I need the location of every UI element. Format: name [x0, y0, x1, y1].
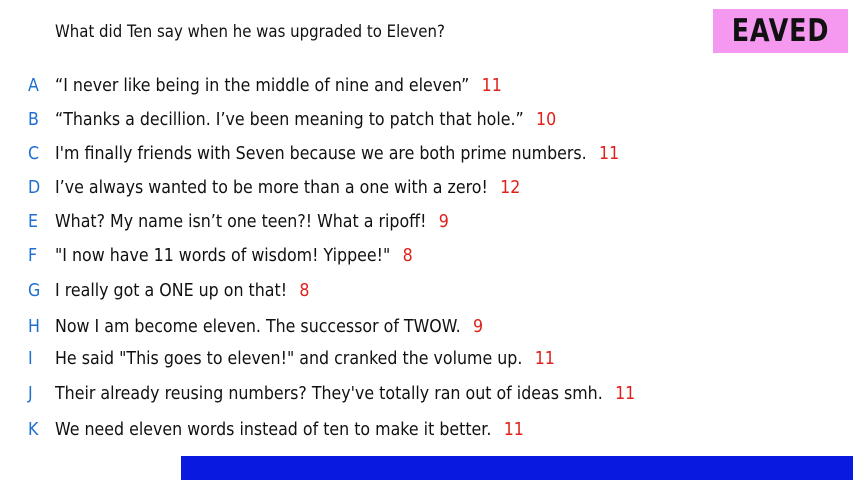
- response-letter: D: [28, 177, 41, 198]
- response-text: We need eleven words instead of ten to m…: [55, 419, 492, 440]
- response-line: I’ve always wanted to be more than a one…: [55, 177, 520, 198]
- response-text: I really got a ONE up on that!: [55, 280, 288, 301]
- eaved-logo: EAVED: [713, 9, 848, 53]
- response-letter: I: [28, 348, 33, 369]
- response-letter: B: [28, 109, 39, 130]
- word-count: 8: [402, 245, 413, 266]
- response-row-g: G I really got a ONE up on that! 8: [0, 280, 853, 304]
- word-count: 12: [500, 177, 521, 198]
- word-count: 11: [503, 419, 524, 440]
- response-letter: K: [28, 419, 39, 440]
- response-line: We need eleven words instead of ten to m…: [55, 419, 524, 440]
- word-count: 9: [472, 316, 484, 337]
- response-text: Their already reusing numbers? They've t…: [55, 383, 603, 404]
- response-row-k: K We need eleven words instead of ten to…: [0, 419, 853, 443]
- question-prompt: What did Ten say when he was upgraded to…: [55, 22, 445, 42]
- response-row-h: H Now I am become eleven. The successor …: [0, 316, 853, 340]
- response-letter: C: [28, 143, 40, 164]
- response-row-j: J Their already reusing numbers? They've…: [0, 383, 853, 407]
- response-row-i: I He said "This goes to eleven!" and cra…: [0, 348, 853, 372]
- response-text: What? My name isn’t one teen?! What a ri…: [55, 211, 427, 232]
- response-line: I really got a ONE up on that! 8: [55, 280, 309, 301]
- word-count: 9: [438, 211, 449, 232]
- response-letter: E: [28, 211, 39, 232]
- response-row-d: D I’ve always wanted to be more than a o…: [0, 177, 853, 201]
- response-row-a: A “I never like being in the middle of n…: [0, 75, 853, 99]
- word-count: 11: [598, 143, 620, 164]
- response-row-e: E What? My name isn’t one teen?! What a …: [0, 211, 853, 235]
- word-count: 8: [299, 280, 310, 301]
- word-count: 11: [534, 348, 555, 369]
- response-letter: G: [28, 280, 41, 301]
- response-text: Now I am become eleven. The successor of…: [55, 316, 461, 337]
- response-letter: F: [28, 245, 38, 266]
- response-text: He said "This goes to eleven!" and crank…: [55, 348, 523, 369]
- response-letter: A: [28, 75, 39, 96]
- response-letter: H: [28, 316, 40, 337]
- response-row-b: B “Thanks a decillion. I’ve been meaning…: [0, 109, 853, 133]
- response-row-c: C I'm finally friends with Seven because…: [0, 143, 853, 167]
- bottom-bar: [181, 456, 853, 480]
- response-line: “Thanks a decillion. I’ve been meaning t…: [55, 109, 556, 130]
- response-row-f: F "I now have 11 words of wisdom! Yippee…: [0, 245, 853, 269]
- response-text: I’ve always wanted to be more than a one…: [55, 177, 488, 198]
- response-line: "I now have 11 words of wisdom! Yippee!"…: [55, 245, 413, 266]
- word-count: 11: [481, 75, 502, 96]
- response-text: "I now have 11 words of wisdom! Yippee!": [55, 245, 391, 266]
- word-count: 11: [615, 383, 636, 404]
- logo-text: EAVED: [731, 13, 830, 49]
- response-line: I'm finally friends with Seven because w…: [55, 143, 619, 164]
- response-line: Now I am become eleven. The successor of…: [55, 316, 483, 337]
- word-count: 10: [536, 109, 557, 130]
- response-line: What? My name isn’t one teen?! What a ri…: [55, 211, 449, 232]
- response-text: I'm finally friends with Seven because w…: [55, 143, 587, 164]
- response-letter: J: [28, 383, 33, 404]
- response-text: “I never like being in the middle of nin…: [55, 75, 470, 96]
- response-text: “Thanks a decillion. I’ve been meaning t…: [55, 109, 524, 130]
- response-line: “I never like being in the middle of nin…: [55, 75, 502, 96]
- response-line: He said "This goes to eleven!" and crank…: [55, 348, 555, 369]
- response-line: Their already reusing numbers? They've t…: [55, 383, 635, 404]
